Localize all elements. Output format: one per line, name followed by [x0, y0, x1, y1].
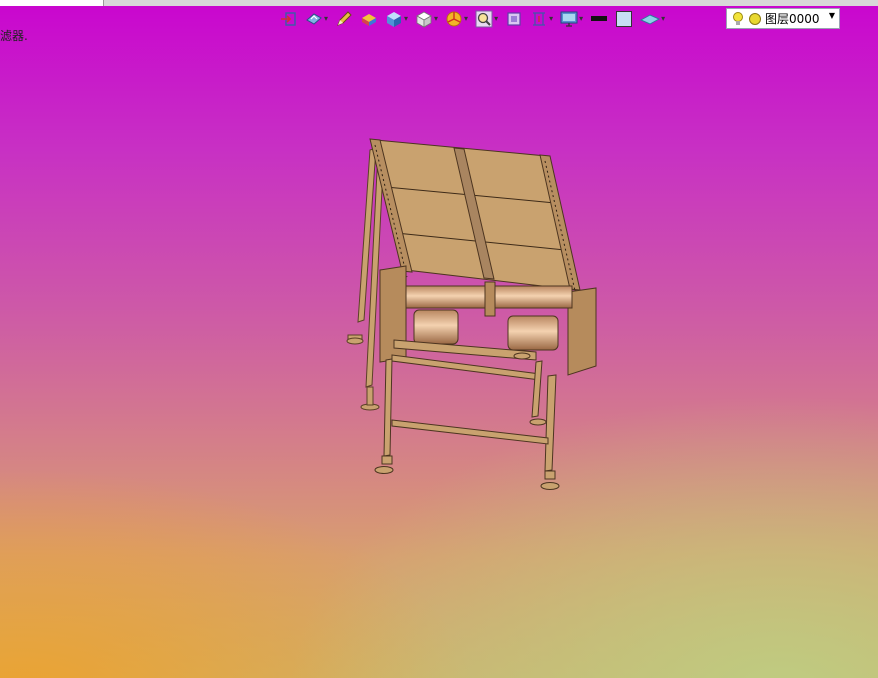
line-style-icon — [591, 16, 608, 21]
document-tab[interactable] — [0, 0, 104, 6]
lightbulb-icon — [733, 11, 743, 25]
exit-sketch-button[interactable] — [280, 9, 298, 29]
fit-view-icon — [507, 12, 521, 26]
chevron-down-icon: ▾ — [404, 14, 409, 23]
wireframe-cube-button[interactable]: ▾ — [415, 9, 438, 29]
rear-legs — [346, 147, 385, 411]
surface-button[interactable]: ▾ — [640, 9, 665, 29]
chevron-down-icon: ▾ — [494, 14, 499, 23]
chevron-down-icon: ▾ — [661, 14, 666, 23]
view-orientation-button[interactable]: ▾ — [305, 9, 328, 29]
surface-icon — [640, 14, 661, 25]
view-orientation-icon — [306, 13, 322, 25]
chevron-down-icon: ▾ — [464, 14, 469, 23]
section-view-button[interactable]: ▾ — [445, 9, 468, 29]
dimension-button[interactable]: ▾ — [530, 9, 553, 29]
chevron-down-icon: ▾ — [434, 14, 439, 23]
title-strip — [0, 0, 878, 6]
fit-view-button[interactable] — [505, 9, 523, 29]
dimension-icon — [533, 12, 546, 26]
pencil-icon — [337, 11, 352, 26]
conveyor-model[interactable] — [340, 130, 610, 500]
chevron-down-icon: ▾ — [549, 14, 554, 23]
shaded-display-button[interactable] — [360, 9, 378, 29]
chevron-down-icon[interactable]: ▼ — [829, 11, 835, 20]
fill-color-icon — [616, 11, 633, 27]
exit-sketch-icon — [281, 12, 296, 26]
line-style-button[interactable] — [590, 9, 608, 29]
layer-select[interactable]: 图层0000 ▼ — [726, 8, 840, 29]
section-view-icon — [446, 11, 462, 27]
view-toolbar: ▾ ▾ ▾ ▾ ▾ ▾ ▾ ▾ — [280, 8, 672, 30]
layer-name: 图层0000 — [765, 12, 820, 26]
chevron-down-icon: ▾ — [324, 14, 329, 23]
cube-display-icon — [387, 12, 402, 27]
zoom-button[interactable]: ▾ — [475, 9, 498, 29]
monitor-icon — [560, 11, 578, 27]
shaded-display-icon — [362, 14, 377, 26]
wireframe-cube-icon — [416, 11, 432, 28]
monitor-button[interactable]: ▾ — [560, 9, 583, 29]
fill-color-button[interactable] — [615, 9, 633, 29]
filter-label: 滤器. — [0, 29, 28, 43]
front-frame — [374, 339, 560, 490]
cube-display-button[interactable]: ▾ — [385, 9, 408, 29]
zoom-icon — [475, 10, 493, 28]
pencil-button[interactable] — [335, 9, 353, 29]
layer-color-dot-icon — [749, 12, 761, 25]
chevron-down-icon: ▾ — [579, 14, 584, 23]
